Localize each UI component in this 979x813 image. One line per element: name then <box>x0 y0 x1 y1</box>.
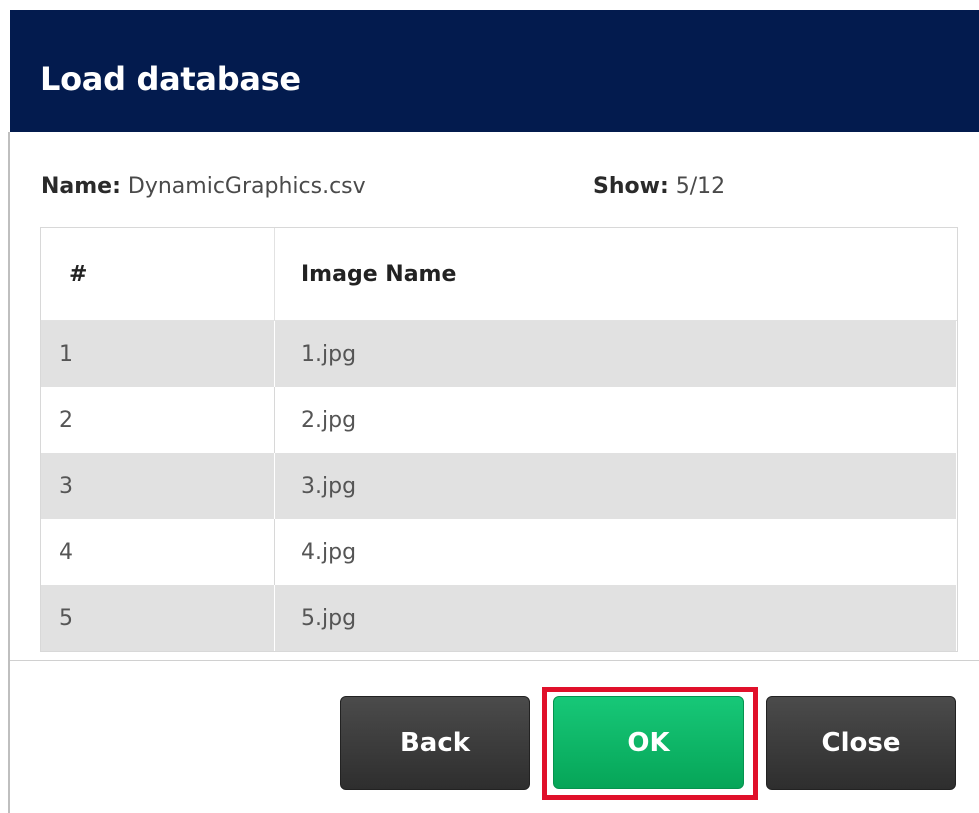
back-button[interactable]: Back <box>340 696 530 790</box>
show-value: 5/12 <box>675 174 726 199</box>
show-label: Show: <box>593 174 669 199</box>
dialog-left-border <box>8 132 10 813</box>
footer-divider <box>10 660 979 661</box>
show-count-info: Show: 5/12 <box>593 174 725 199</box>
ok-button[interactable]: OK <box>553 696 744 789</box>
row-image-name: 5.jpg <box>274 585 957 651</box>
image-table: # Image Name 1 1.jpg 2 2.jpg 3 3.jpg 4 4… <box>40 227 958 652</box>
row-number: 5 <box>41 585 275 651</box>
name-label: Name: <box>41 174 121 199</box>
table-header-row: # Image Name <box>41 228 957 321</box>
row-number: 3 <box>41 453 275 519</box>
close-button[interactable]: Close <box>766 696 956 790</box>
row-image-name: 1.jpg <box>274 320 957 387</box>
table-row[interactable]: 3 3.jpg <box>41 453 957 519</box>
table-row[interactable]: 2 2.jpg <box>41 387 957 453</box>
column-header-number: # <box>41 228 275 321</box>
column-header-image-name: Image Name <box>274 228 957 321</box>
row-number: 1 <box>41 320 275 387</box>
row-image-name: 2.jpg <box>274 387 957 453</box>
database-name-info: Name: DynamicGraphics.csv <box>41 174 366 199</box>
dialog-title: Load database <box>40 60 301 98</box>
load-database-dialog: Load database Name: DynamicGraphics.csv … <box>0 0 979 813</box>
row-number: 2 <box>41 387 275 453</box>
dialog-titlebar: Load database <box>10 10 979 132</box>
table-row[interactable]: 5 5.jpg <box>41 585 957 651</box>
table-row[interactable]: 4 4.jpg <box>41 519 957 585</box>
row-image-name: 4.jpg <box>274 519 957 585</box>
name-value: DynamicGraphics.csv <box>127 174 366 199</box>
table-row[interactable]: 1 1.jpg <box>41 320 957 387</box>
row-number: 4 <box>41 519 275 585</box>
row-image-name: 3.jpg <box>274 453 957 519</box>
